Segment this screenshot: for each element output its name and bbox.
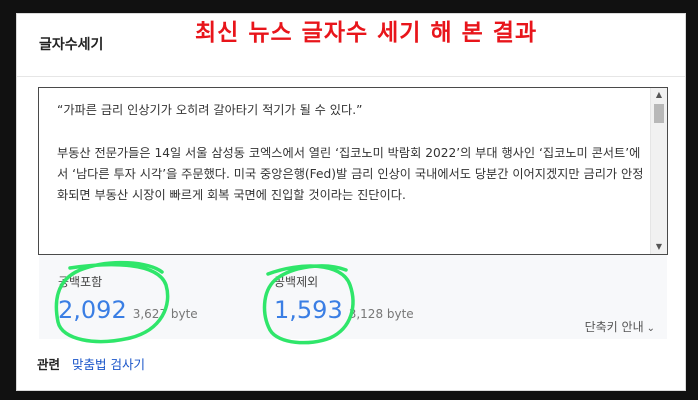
text-input-content[interactable]: “가파른 금리 인상기가 오히려 갈아타기 적기가 될 수 있다.” 부동산 전… xyxy=(57,100,647,206)
stat-with-spaces: 공백포함 2,092 3,627 byte xyxy=(58,273,198,324)
related-links: 관련 맞춤법 검사기 xyxy=(37,354,145,373)
spell-checker-link[interactable]: 맞춤법 검사기 xyxy=(72,357,145,372)
shortcut-guide-label: 단축키 안내 xyxy=(584,320,644,334)
overlay-caption: 최신 뉴스 글자수 세기 해 본 결과 xyxy=(195,20,538,46)
stat-without-spaces: 공백제외 1,593 3,128 byte xyxy=(274,273,414,324)
card-title: 글자수세기 xyxy=(39,37,104,53)
stat-without-spaces-count: 1,593 xyxy=(274,296,343,324)
stat-without-spaces-label: 공백제외 xyxy=(274,275,319,289)
shortcut-guide-button[interactable]: 단축키 안내 ⌄ xyxy=(585,318,655,335)
stat-with-spaces-label: 공백포함 xyxy=(58,275,103,289)
stat-with-spaces-bytes: 3,627 byte xyxy=(132,307,198,321)
scroll-up-arrow-icon[interactable]: ▲ xyxy=(651,88,667,102)
quote-text: “가파른 금리 인상기가 오히려 갈아타기 적기가 될 수 있다.” xyxy=(57,103,363,117)
text-input-area[interactable]: “가파른 금리 인상기가 오히려 갈아타기 적기가 될 수 있다.” 부동산 전… xyxy=(38,87,668,255)
stat-without-spaces-bytes: 3,128 byte xyxy=(348,307,414,321)
related-label: 관련 xyxy=(37,357,61,372)
char-counter-card: 글자수세기 “가파른 금리 인상기가 오히려 갈아타기 적기가 될 수 있다.”… xyxy=(16,13,686,391)
count-results-panel: 공백포함 2,092 3,627 byte 공백제외 1,593 3,128 byt… xyxy=(39,255,667,339)
scroll-thumb[interactable] xyxy=(654,104,664,123)
vertical-scrollbar[interactable]: ▲ ▼ xyxy=(650,88,667,254)
stat-with-spaces-count: 2,092 xyxy=(58,296,127,324)
scroll-down-arrow-icon[interactable]: ▼ xyxy=(651,240,667,254)
body-text: 부동산 전문가들은 14일 서울 삼성동 코엑스에서 열린 ‘집코노미 박람회 … xyxy=(57,146,644,202)
chevron-down-icon: ⌄ xyxy=(646,323,655,334)
